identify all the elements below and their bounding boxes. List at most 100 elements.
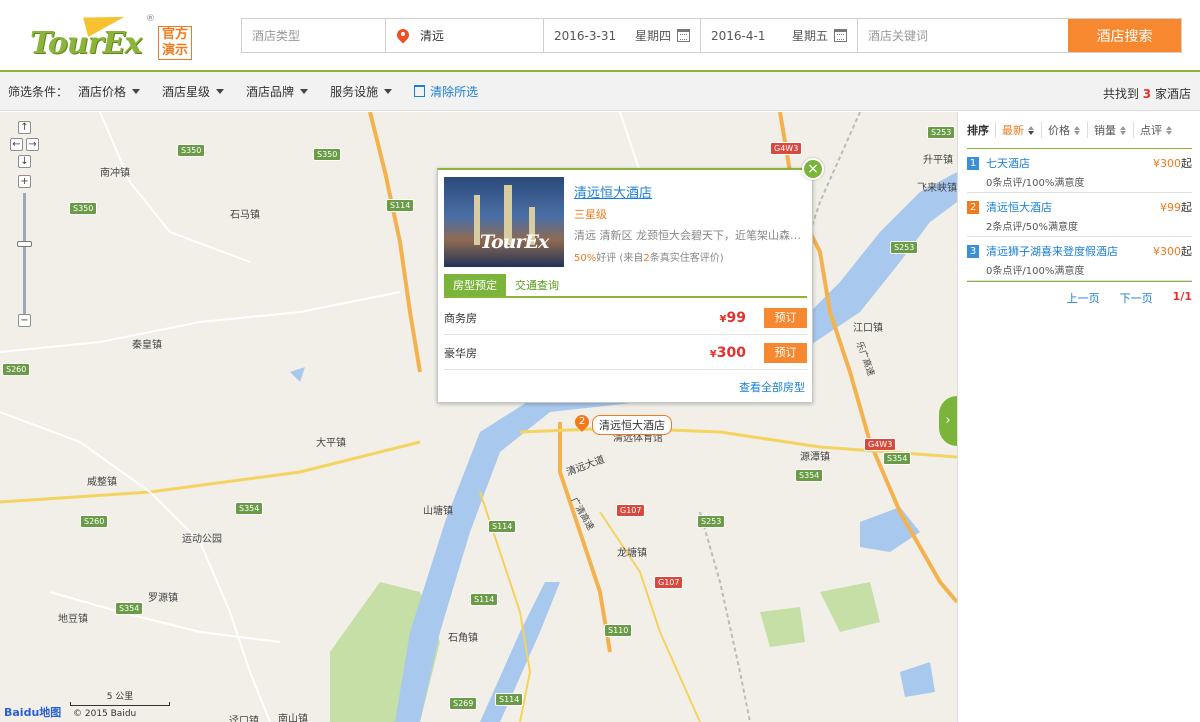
- hotel-index-badge: 1: [967, 157, 979, 170]
- hotel-type-select[interactable]: 酒店类型: [242, 19, 386, 52]
- pan-right-button[interactable]: →: [26, 138, 39, 151]
- room-name: 豪华房: [444, 346, 477, 360]
- filter-price-label: 酒店价格: [78, 84, 127, 99]
- road-shield: S354: [883, 452, 912, 465]
- place-label: 源潭镇: [800, 452, 830, 463]
- hotel-search-button[interactable]: 酒店搜索: [1068, 19, 1181, 52]
- price-unit: 起: [1181, 201, 1192, 214]
- hotel-name-link[interactable]: 清远狮子湖喜来登度假酒店: [986, 243, 1118, 259]
- filter-facilities[interactable]: 服务设施: [330, 83, 393, 100]
- search-bar: 酒店类型 清远 2016-3-31 星期四 2016-4-1 星期五 酒店关键词…: [241, 18, 1182, 53]
- sort-price[interactable]: 价格: [1041, 122, 1087, 138]
- road-shield: S350: [313, 148, 342, 161]
- clear-filters-button[interactable]: 清除所选: [414, 83, 478, 100]
- calendar-icon[interactable]: [834, 29, 847, 42]
- place-label: 罗源镇: [148, 593, 178, 604]
- sort-arrows-icon: [1120, 125, 1127, 135]
- road-shield: S110: [604, 624, 633, 637]
- place-label: 江口镇: [853, 323, 883, 334]
- list-item[interactable]: 3 清远狮子湖喜来登度假酒店 ¥300起 0条点评/100%满意度: [967, 237, 1192, 281]
- next-page-link[interactable]: 下一页: [1120, 290, 1153, 306]
- book-button[interactable]: 预订: [764, 307, 807, 328]
- tourex-logo[interactable]: TourEx ® 官方 演示: [30, 7, 200, 62]
- hotel-photo[interactable]: TourEx: [444, 177, 564, 267]
- map-scale-label: 5 公里: [106, 692, 134, 702]
- filter-facilities-label: 服务设施: [330, 84, 379, 99]
- price-value: 300: [716, 344, 746, 361]
- hotel-review-stats: 2条点评/50%满意度: [986, 222, 1078, 233]
- caret-down-icon: [384, 88, 393, 94]
- see-all-rooms-link[interactable]: 查看全部房型: [739, 379, 805, 395]
- sort-sales-label: 销量: [1094, 124, 1116, 137]
- keyword-input[interactable]: 酒店关键词: [858, 19, 1068, 52]
- tab-transport[interactable]: 交通查询: [506, 274, 568, 296]
- filter-price[interactable]: 酒店价格: [78, 83, 141, 100]
- map-copyright: © 2015 Baidu: [73, 709, 137, 719]
- checkout-date-input[interactable]: 2016-4-1 星期五: [701, 19, 858, 52]
- road-shield: S114: [470, 593, 499, 606]
- hotel-index-badge: 3: [967, 245, 979, 258]
- filter-star-label: 酒店星级: [162, 84, 211, 99]
- hotel-price: ¥300起: [1153, 155, 1192, 171]
- zoom-out-button[interactable]: −: [18, 314, 31, 327]
- hotel-index-badge: 2: [967, 201, 979, 214]
- road-shield: S350: [177, 144, 206, 157]
- road-shield: S114: [488, 520, 517, 533]
- sort-arrows-icon: [1074, 125, 1081, 135]
- badge-line-1: 官方: [161, 27, 188, 42]
- caret-down-icon: [132, 88, 141, 94]
- hotel-info-popup: × TourEx 清远恒大酒店 三星级 清远 清新区 龙颈恒大会碧天下，近笔架山…: [437, 158, 824, 403]
- close-icon[interactable]: ×: [802, 158, 824, 180]
- pan-left-button[interactable]: ←: [10, 138, 23, 151]
- photo-watermark: TourEx: [480, 231, 549, 253]
- tab-room-booking[interactable]: 房型预定: [444, 274, 506, 296]
- place-label: 大平镇: [316, 438, 346, 449]
- prev-page-link[interactable]: 上一页: [1067, 290, 1100, 306]
- road-shield: S260: [80, 515, 109, 528]
- room-row: 商务房 ¥99 预订: [444, 301, 807, 335]
- location-pin-icon: [396, 29, 410, 43]
- pan-up-button[interactable]: ↑: [18, 121, 31, 134]
- found-prefix: 共找到: [1102, 87, 1139, 101]
- hotel-map-marker[interactable]: 2 清远恒大酒店: [574, 415, 672, 435]
- currency: ¥: [719, 313, 727, 325]
- pan-down-button[interactable]: ↓: [18, 155, 31, 168]
- sort-newest[interactable]: 最新: [995, 122, 1041, 138]
- list-item[interactable]: 1 七天酒店 ¥300起 0条点评/100%满意度: [967, 149, 1192, 193]
- road-shield: S114: [495, 693, 524, 706]
- book-button[interactable]: 预订: [764, 342, 807, 363]
- sort-sales[interactable]: 销量: [1087, 122, 1133, 138]
- price-value: 99: [726, 309, 746, 326]
- place-label: 威整镇: [87, 477, 117, 488]
- hotel-review-summary: 50%好评 (来自2条真实住客评价): [574, 249, 724, 264]
- sort-reviews[interactable]: 点评: [1133, 122, 1179, 138]
- road-shield: G4W3: [770, 142, 803, 155]
- zoom-in-button[interactable]: +: [18, 175, 31, 188]
- place-label: 秦皇镇: [132, 340, 162, 351]
- hotel-name-link[interactable]: 清远恒大酒店: [986, 199, 1052, 215]
- place-label: 石马镇: [230, 210, 260, 221]
- logo-wordmark: TourEx: [30, 26, 142, 61]
- baidu-logo-left: Bai: [4, 706, 24, 719]
- chevron-right-icon[interactable]: ›: [939, 396, 957, 446]
- place-label: 地豆镇: [58, 614, 88, 625]
- hotel-price: ¥300起: [1153, 243, 1192, 259]
- checkin-date-input[interactable]: 2016-3-31 星期四: [544, 19, 701, 52]
- road-shield: S260: [2, 363, 31, 376]
- pagination: 上一页 下一页 1/1: [967, 290, 1192, 306]
- room-price: ¥99: [720, 310, 746, 326]
- city-input[interactable]: 清远: [386, 19, 544, 52]
- list-item[interactable]: 2 清远恒大酒店 ¥99起 2条点评/50%满意度: [967, 193, 1192, 237]
- filter-star[interactable]: 酒店星级: [162, 83, 225, 100]
- calendar-icon[interactable]: [677, 29, 690, 42]
- baidu-map-logo[interactable]: Baidu地图: [4, 704, 61, 720]
- sort-reviews-label: 点评: [1140, 124, 1162, 137]
- zoom-slider-track[interactable]: [23, 193, 26, 321]
- currency: ¥: [709, 348, 717, 360]
- hotel-name-link[interactable]: 清远恒大酒店: [574, 182, 652, 201]
- marker-label: 清远恒大酒店: [592, 415, 672, 435]
- hotel-name-link[interactable]: 七天酒店: [986, 155, 1030, 171]
- zoom-slider-thumb[interactable]: [17, 241, 32, 247]
- filter-brand[interactable]: 酒店品牌: [246, 83, 309, 100]
- popup-tabs: 房型预定 交通查询: [444, 274, 807, 298]
